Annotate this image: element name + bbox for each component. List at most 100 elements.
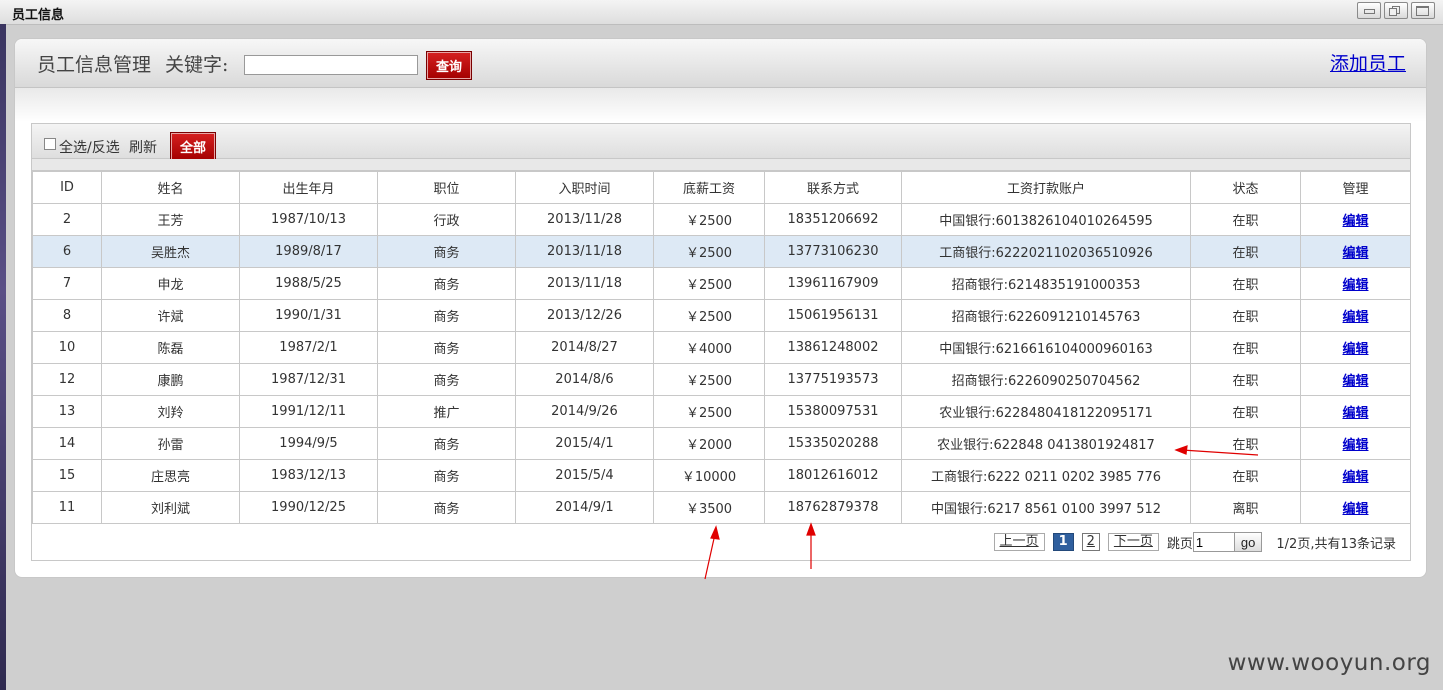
table-row: 14 孙雷 1994/9/5 商务 2015/4/1 ￥2000 15335020288 农业… xyxy=(32,427,1411,460)
cell-name: 许斌 xyxy=(101,299,240,332)
cell-action: 编辑 xyxy=(1300,267,1411,300)
cell-position: 商务 xyxy=(377,459,516,492)
cell-hired: 2015/5/4 xyxy=(515,459,654,492)
show-all-button[interactable]: 全部 xyxy=(170,132,216,161)
cell-name: 刘利斌 xyxy=(101,491,240,524)
next-page-button[interactable]: 下一页 xyxy=(1107,533,1159,551)
cell-salary: ￥3500 xyxy=(653,491,765,524)
cell-id: 10 xyxy=(32,331,102,364)
cell-name: 康鹏 xyxy=(101,363,240,396)
cell-phone: 13861248002 xyxy=(764,331,902,364)
cell-id: 12 xyxy=(32,363,102,396)
edit-link[interactable]: 编辑 xyxy=(1342,246,1368,261)
page-1-button[interactable]: 1 xyxy=(1052,533,1074,551)
page-2-button[interactable]: 2 xyxy=(1081,533,1100,551)
cell-hired: 2013/11/28 xyxy=(515,203,654,236)
cell-action: 编辑 xyxy=(1300,363,1411,396)
cell-position: 推广 xyxy=(377,395,516,428)
col-salary: 底薪工资 xyxy=(653,171,765,204)
cell-action: 编辑 xyxy=(1300,331,1411,364)
table-header-row: ID 姓名 出生年月 职位 入职时间 底薪工资 联系方式 工资打款账户 状态 管… xyxy=(32,171,1411,204)
cell-birth: 1987/2/1 xyxy=(239,331,378,364)
cell-action: 编辑 xyxy=(1300,235,1411,268)
edit-link[interactable]: 编辑 xyxy=(1342,310,1368,325)
cell-account: 工商银行:6222 0211 0202 3985 776 xyxy=(901,459,1191,492)
edit-link[interactable]: 编辑 xyxy=(1342,214,1368,229)
add-employee-link[interactable]: 添加员工 xyxy=(1330,49,1406,76)
select-all-checkbox[interactable] xyxy=(44,138,56,150)
desktop-edge xyxy=(0,24,6,690)
table-row: 15 庄思亮 1983/12/13 商务 2015/5/4 ￥10000 180126160… xyxy=(32,459,1411,492)
maximize-button[interactable] xyxy=(1411,2,1435,19)
page-summary: 1/2页,共有13条记录 xyxy=(1276,536,1396,552)
edit-link[interactable]: 编辑 xyxy=(1342,438,1368,453)
cell-name: 吴胜杰 xyxy=(101,235,240,268)
cell-salary: ￥2000 xyxy=(653,427,765,460)
cell-birth: 1987/12/31 xyxy=(239,363,378,396)
cell-position: 商务 xyxy=(377,267,516,300)
col-birth: 出生年月 xyxy=(239,171,378,204)
table-row: 7 申龙 1988/5/25 商务 2013/11/18 ￥2500 13961167909… xyxy=(32,267,1411,300)
edit-link[interactable]: 编辑 xyxy=(1342,470,1368,485)
cell-id: 14 xyxy=(32,427,102,460)
cell-status: 在职 xyxy=(1190,395,1301,428)
pagination: 上一页 1 2 下一页 跳页 go 1/2页,共有13条记录 xyxy=(993,532,1396,552)
cell-status: 在职 xyxy=(1190,267,1301,300)
prev-page-button[interactable]: 上一页 xyxy=(993,533,1045,551)
select-all-label[interactable]: 全选/反选 xyxy=(59,137,120,157)
edit-link[interactable]: 编辑 xyxy=(1342,406,1368,421)
cell-name: 申龙 xyxy=(101,267,240,300)
query-button[interactable]: 查询 xyxy=(426,51,472,80)
cell-salary: ￥2500 xyxy=(653,235,765,268)
table-subheader xyxy=(32,159,1410,171)
cell-birth: 1988/5/25 xyxy=(239,267,378,300)
cell-position: 行政 xyxy=(377,203,516,236)
edit-link[interactable]: 编辑 xyxy=(1342,374,1368,389)
cell-hired: 2014/8/6 xyxy=(515,363,654,396)
cell-position: 商务 xyxy=(377,331,516,364)
cell-hired: 2013/12/26 xyxy=(515,299,654,332)
window-titlebar: 员工信息 xyxy=(0,0,1443,25)
cell-birth: 1987/10/13 xyxy=(239,203,378,236)
cell-account: 招商银行:6226090250704562 xyxy=(901,363,1191,396)
restore-button[interactable] xyxy=(1384,2,1408,19)
cell-name: 孙雷 xyxy=(101,427,240,460)
cell-position: 商务 xyxy=(377,491,516,524)
jump-page-input[interactable] xyxy=(1192,532,1235,552)
cell-account: 招商银行:6214835191000353 xyxy=(901,267,1191,300)
cell-birth: 1990/12/25 xyxy=(239,491,378,524)
cell-account: 工商银行:6222021102036510926 xyxy=(901,235,1191,268)
cell-name: 王芳 xyxy=(101,203,240,236)
col-manage: 管理 xyxy=(1300,171,1411,204)
table-row: 2 王芳 1987/10/13 行政 2013/11/28 ￥2500 1835120669… xyxy=(32,203,1411,236)
cell-phone: 13773106230 xyxy=(764,235,902,268)
cell-phone: 15335020288 xyxy=(764,427,902,460)
edit-link[interactable]: 编辑 xyxy=(1342,342,1368,357)
window-controls xyxy=(1357,2,1435,19)
keyword-input[interactable] xyxy=(244,55,418,75)
cell-action: 编辑 xyxy=(1300,459,1411,492)
cell-birth: 1994/9/5 xyxy=(239,427,378,460)
cell-salary: ￥2500 xyxy=(653,395,765,428)
table-row: 10 陈磊 1987/2/1 商务 2014/8/27 ￥4000 13861248002 中… xyxy=(32,331,1411,364)
col-position: 职位 xyxy=(377,171,516,204)
cell-status: 在职 xyxy=(1190,299,1301,332)
cell-status: 在职 xyxy=(1190,459,1301,492)
minimize-icon xyxy=(1364,9,1375,14)
cell-salary: ￥2500 xyxy=(653,267,765,300)
refresh-link[interactable]: 刷新 xyxy=(129,137,157,157)
edit-link[interactable]: 编辑 xyxy=(1342,502,1368,517)
col-status: 状态 xyxy=(1190,171,1301,204)
edit-link[interactable]: 编辑 xyxy=(1342,278,1368,293)
cell-hired: 2014/9/1 xyxy=(515,491,654,524)
table-row: 13 刘羚 1991/12/11 推广 2014/9/26 ￥2500 1538009753… xyxy=(32,395,1411,428)
table-row: 12 康鹏 1987/12/31 商务 2014/8/6 ￥2500 13775193573… xyxy=(32,363,1411,396)
cell-hired: 2013/11/18 xyxy=(515,235,654,268)
cell-action: 编辑 xyxy=(1300,299,1411,332)
minimize-button[interactable] xyxy=(1357,2,1381,19)
list-toolbar: 全选/反选 刷新 全部 xyxy=(32,124,1410,161)
cell-status: 在职 xyxy=(1190,235,1301,268)
window-title: 员工信息 xyxy=(12,8,65,23)
cell-id: 6 xyxy=(32,235,102,268)
go-button[interactable]: go xyxy=(1233,532,1263,552)
